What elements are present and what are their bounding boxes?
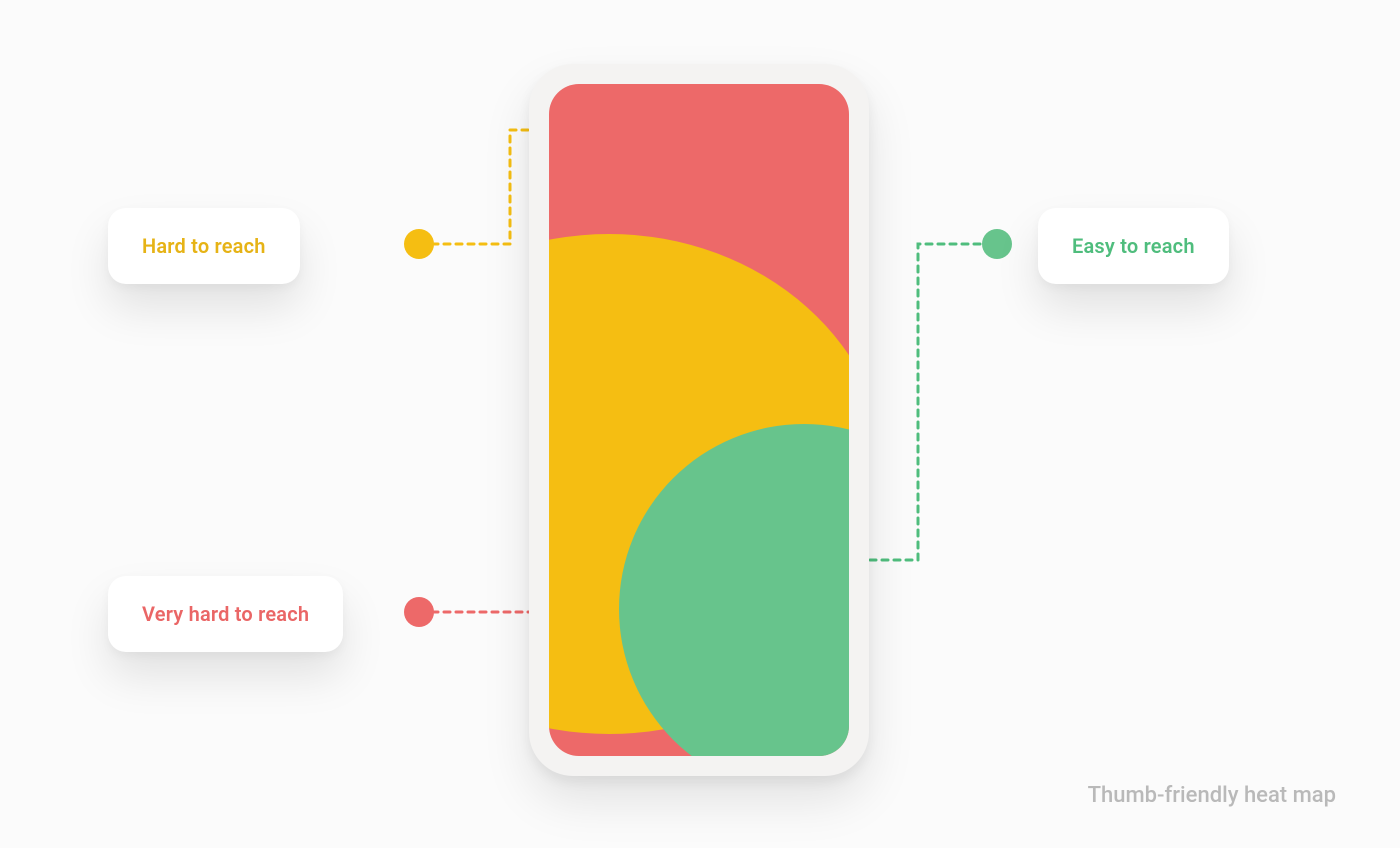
caption: Thumb-friendly heat map bbox=[1088, 783, 1336, 808]
phone-screen bbox=[549, 84, 849, 756]
label-hard: Hard to reach bbox=[108, 208, 300, 284]
label-very-hard-text: Very hard to reach bbox=[142, 602, 309, 626]
label-very-hard: Very hard to reach bbox=[108, 576, 343, 652]
phone-frame bbox=[529, 64, 869, 776]
diagram-stage: Hard to reach Very hard to reach Easy to… bbox=[0, 0, 1400, 848]
dot-very-hard bbox=[404, 597, 434, 627]
label-hard-text: Hard to reach bbox=[142, 234, 266, 258]
dot-easy bbox=[982, 229, 1012, 259]
label-easy: Easy to reach bbox=[1038, 208, 1229, 284]
label-easy-text: Easy to reach bbox=[1072, 234, 1195, 258]
dot-hard bbox=[404, 229, 434, 259]
